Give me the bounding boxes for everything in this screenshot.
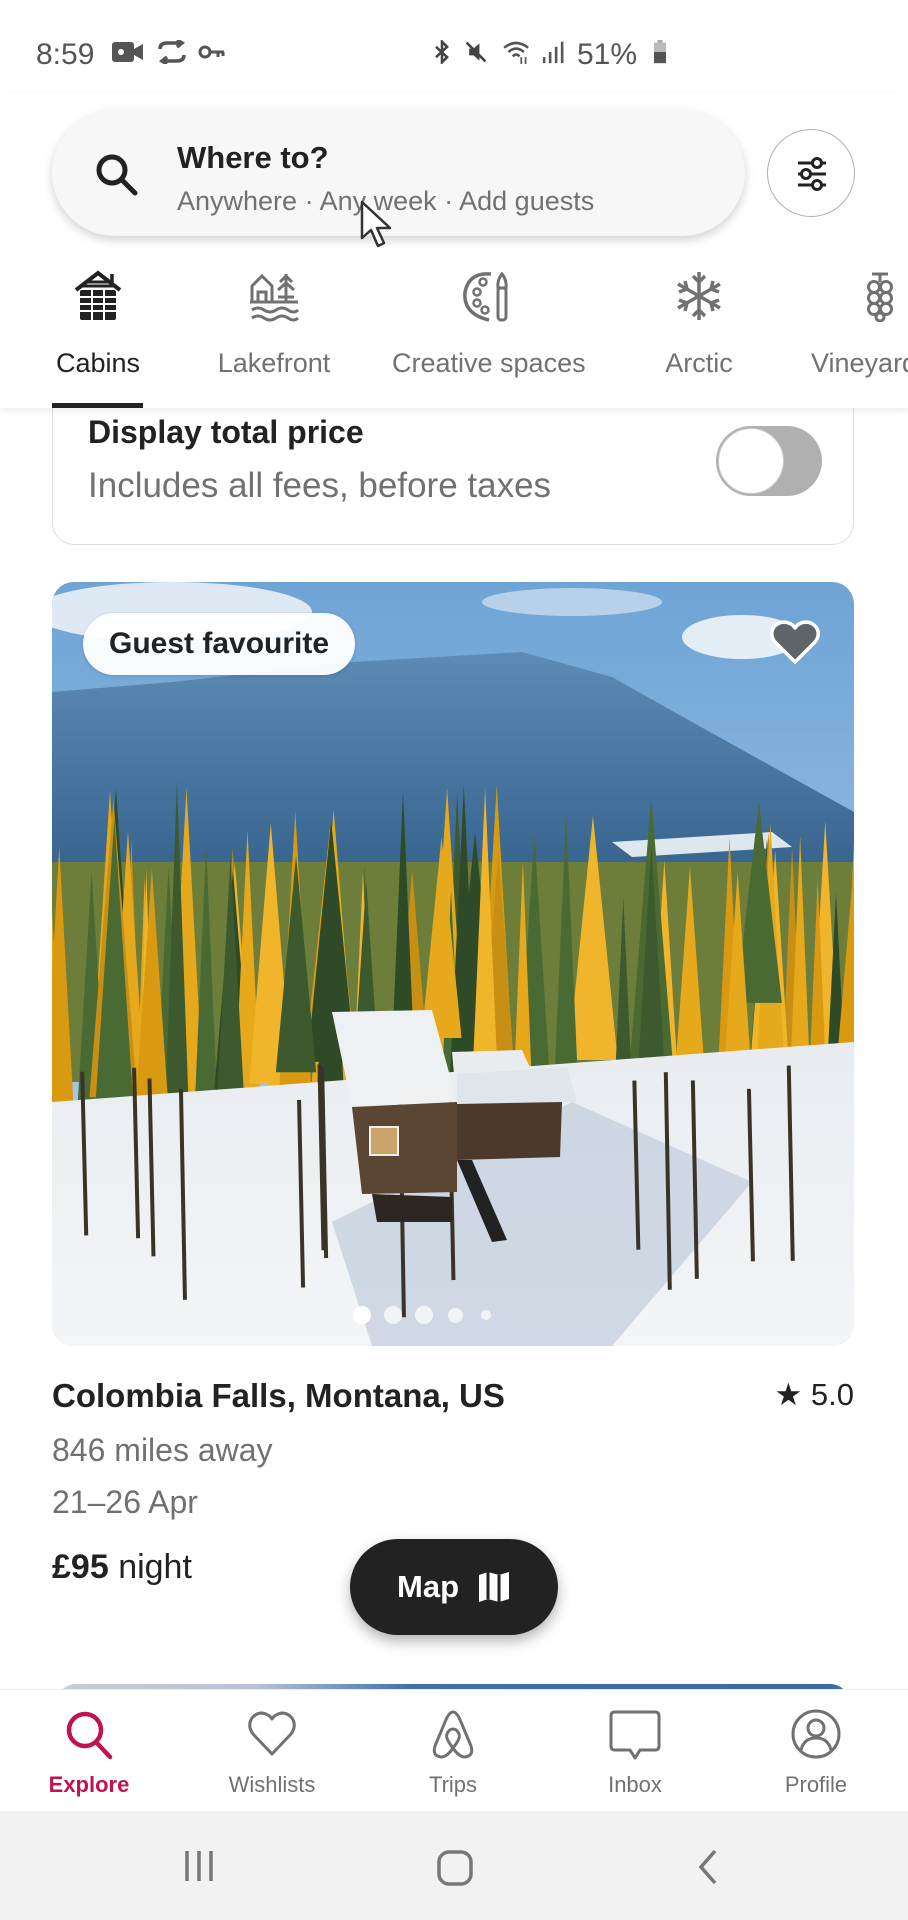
nav-label: Profile	[784, 1772, 848, 1797]
category-lakefront[interactable]: Lakefront	[179, 270, 369, 379]
wifi-icon	[503, 41, 529, 64]
vpn-key-icon	[198, 45, 225, 59]
sync-icon	[158, 40, 186, 64]
category-label: Vineyards	[811, 348, 908, 378]
nav-trips[interactable]: Trips	[378, 1708, 528, 1798]
category-label: Creative spaces	[392, 348, 586, 378]
bluetooth-icon	[435, 40, 449, 64]
lakefront-icon	[250, 273, 300, 322]
price-amount: £95	[52, 1548, 109, 1586]
filter-sliders-icon	[798, 157, 826, 191]
category-label: Arctic	[665, 348, 733, 378]
star-icon: ★	[774, 1377, 803, 1412]
grapes-icon	[867, 272, 893, 322]
header: Where to? Anywhere · Any week · Add gues…	[0, 92, 908, 408]
search-icon	[66, 1711, 113, 1760]
palette-icon	[463, 271, 508, 322]
cabin-icon	[74, 270, 122, 320]
category-label: Lakefront	[217, 348, 331, 378]
cabin-photo-image	[52, 582, 854, 1346]
nav-label: Trips	[428, 1772, 478, 1797]
category-arctic[interactable]: Arctic	[604, 270, 794, 379]
status-bar: 8:59 51%	[0, 0, 908, 92]
snowflake-icon	[677, 272, 721, 320]
mouse-cursor-icon	[360, 200, 392, 248]
listing-distance: 846 miles away	[52, 1432, 273, 1468]
signal-icon	[542, 41, 564, 64]
listing-location[interactable]: Colombia Falls, Montana, US	[52, 1377, 505, 1415]
photo-dot	[415, 1306, 433, 1324]
map-button-label: Map	[397, 1569, 459, 1604]
nav-label: Wishlists	[228, 1772, 316, 1797]
price-toggle-subtitle: Includes all fees, before taxes	[88, 466, 552, 505]
battery-icon	[654, 40, 666, 64]
guest-favourite-badge: Guest favourite	[83, 613, 356, 675]
filters-button[interactable]	[767, 129, 855, 217]
profile-icon	[791, 1709, 841, 1759]
category-creative-spaces[interactable]: Creative spaces	[392, 270, 586, 379]
photo-pagination-dots	[52, 1306, 854, 1326]
status-time: 8:59	[36, 38, 95, 71]
photo-dot	[384, 1306, 402, 1324]
listing-price: £95 night	[52, 1548, 192, 1587]
category-cabins[interactable]: Cabins	[3, 270, 193, 379]
nav-label: Explore	[48, 1772, 130, 1797]
price-toggle-title: Display total price	[88, 414, 364, 450]
toggle-knob	[718, 428, 784, 494]
wishlist-heart-icon[interactable]	[769, 618, 821, 666]
map-button[interactable]: Map	[350, 1539, 558, 1635]
android-navigation-bar	[0, 1811, 908, 1920]
photo-dot	[353, 1306, 371, 1324]
photo-dot	[481, 1310, 491, 1320]
listing-rating: ★ 5.0	[774, 1377, 854, 1413]
mute-icon	[465, 41, 487, 63]
nav-explore[interactable]: Explore	[14, 1708, 164, 1798]
photo-dot	[447, 1307, 463, 1323]
heart-icon	[248, 1711, 296, 1756]
category-label: Cabins	[55, 348, 141, 378]
map-icon	[479, 1572, 509, 1602]
category-vineyards[interactable]: Vineyards	[811, 270, 908, 379]
bottom-navigation: Explore Wishlists Trips Inbox Profile	[0, 1689, 908, 1811]
home-icon[interactable]	[436, 1849, 474, 1887]
listing-photo[interactable]: Guest favourite	[52, 582, 854, 1346]
search-bar[interactable]: Where to? Anywhere · Any week · Add gues…	[52, 110, 745, 236]
recent-apps-icon[interactable]	[182, 1849, 216, 1883]
active-category-underline	[52, 403, 143, 408]
nav-profile[interactable]: Profile	[741, 1708, 891, 1798]
listing-dates: 21–26 Apr	[52, 1484, 198, 1520]
search-title: Where to?	[177, 140, 329, 175]
nav-wishlists[interactable]: Wishlists	[197, 1708, 347, 1798]
video-camera-icon	[112, 42, 143, 62]
rating-value: 5.0	[810, 1377, 854, 1412]
nav-inbox[interactable]: Inbox	[560, 1708, 710, 1798]
nav-label: Inbox	[608, 1772, 662, 1797]
message-icon	[609, 1710, 661, 1760]
total-price-toggle[interactable]	[716, 426, 822, 496]
price-unit: night	[118, 1548, 192, 1586]
battery-percent: 51%	[577, 38, 638, 71]
airbnb-logo-icon	[432, 1710, 474, 1759]
back-icon[interactable]	[696, 1849, 720, 1885]
search-icon	[96, 154, 138, 196]
